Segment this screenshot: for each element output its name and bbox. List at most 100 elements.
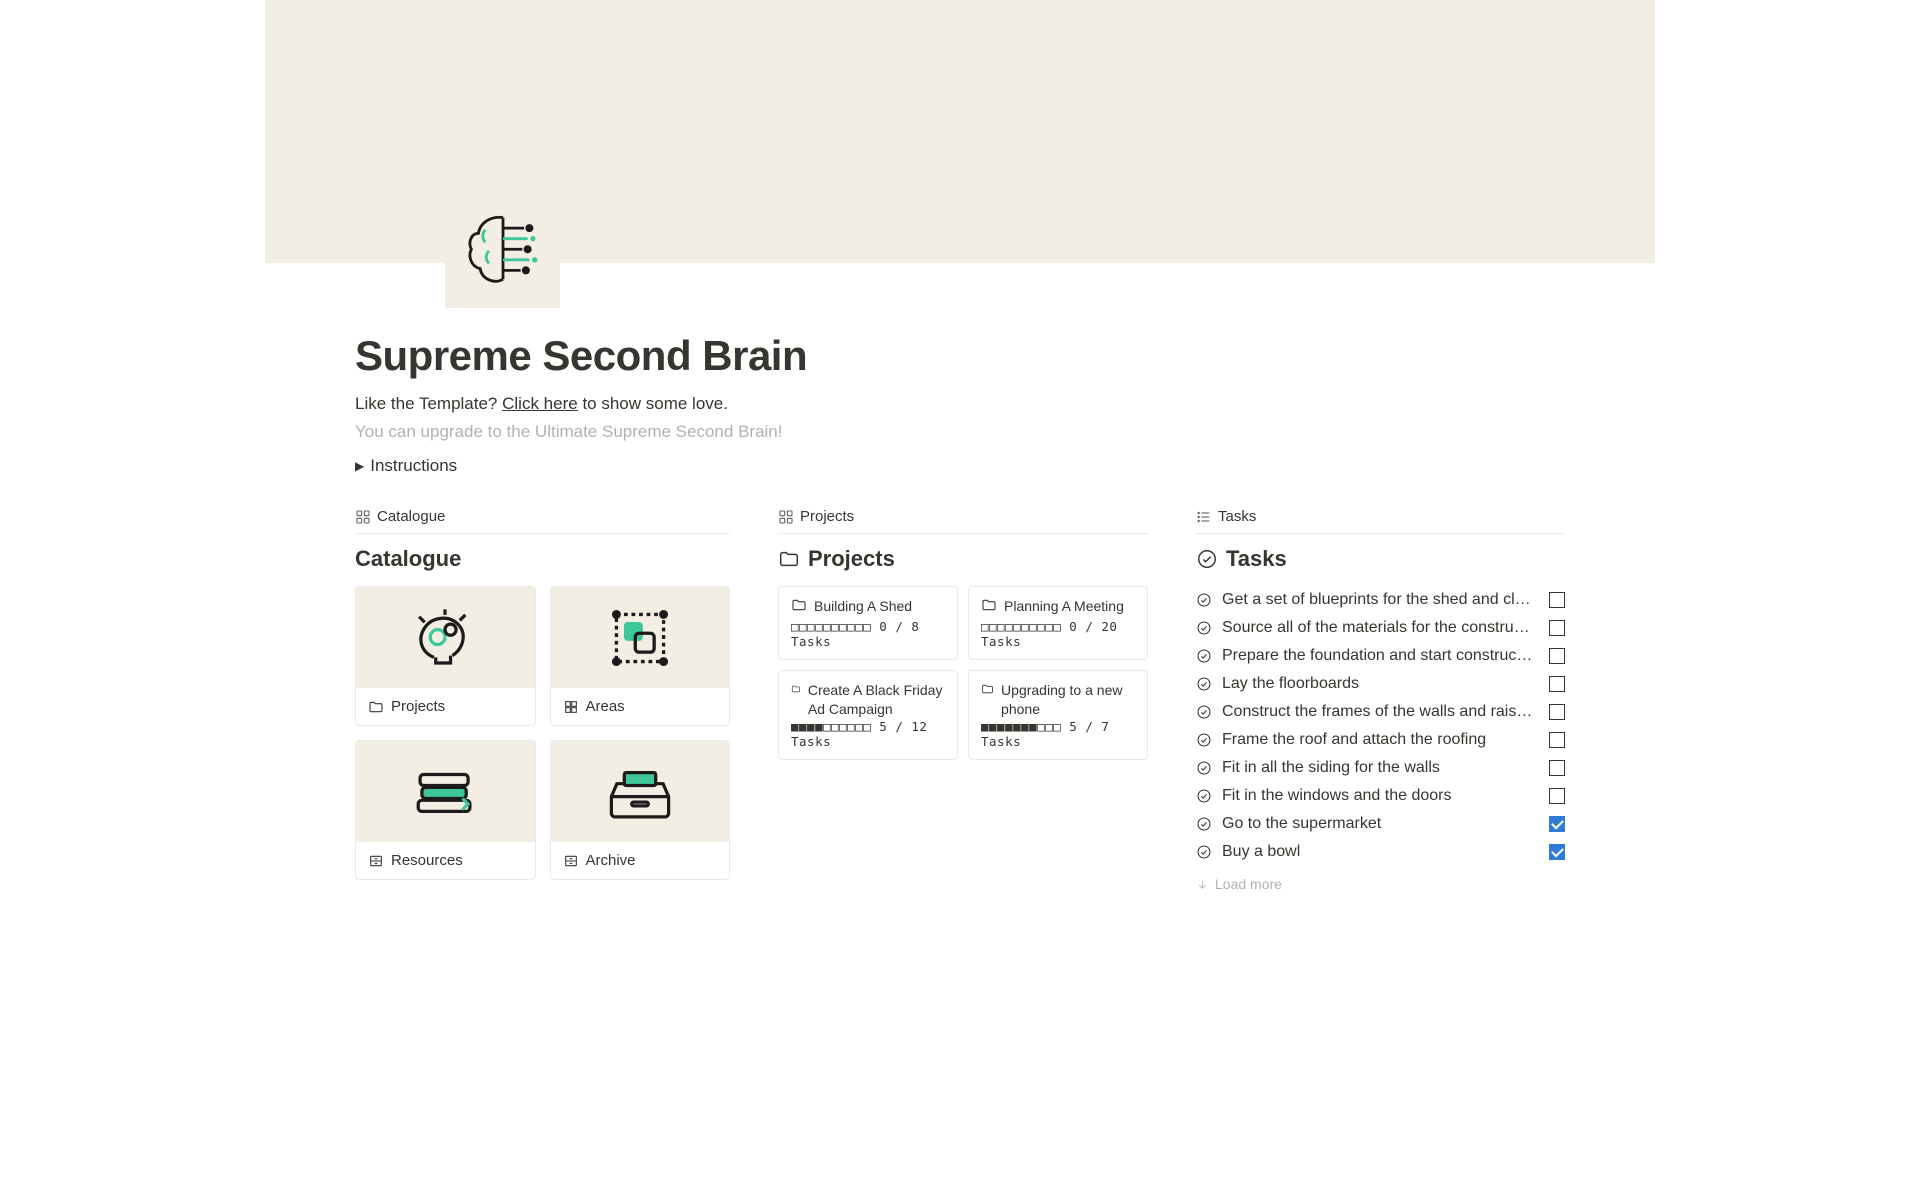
tab-projects[interactable]: Projects [778,508,1148,534]
task-checkbox[interactable] [1549,620,1565,636]
catalogue-card-projects[interactable]: Projects [355,586,536,726]
subtitle-suffix: to show some love. [578,394,728,413]
section-title-projects: Projects [778,546,1148,572]
page-title[interactable]: Supreme Second Brain [355,332,1565,380]
squares-overlap-icon [607,605,673,671]
check-circle-icon [1196,704,1212,720]
section-title-catalogue: Catalogue [355,546,730,572]
folder-icon [791,681,801,697]
project-card[interactable]: Planning A Meeting □□□□□□□□□□ 0 / 20 Task… [968,586,1148,660]
task-checkbox[interactable] [1549,676,1565,692]
task-row[interactable]: Construct the frames of the walls and ra… [1196,698,1565,726]
task-checkbox[interactable] [1549,816,1565,832]
check-circle-icon [1196,844,1212,860]
project-card[interactable]: Building A Shed □□□□□□□□□□ 0 / 8 Tasks [778,586,958,660]
task-row[interactable]: Get a set of blueprints for the shed and… [1196,586,1565,614]
section-title-tasks: Tasks [1196,546,1565,572]
square-grid-icon [563,699,579,715]
folder-icon [791,597,807,613]
catalogue-card-label: Archive [586,852,636,869]
task-text: Fit in all the siding for the walls [1222,759,1539,777]
check-circle-icon [1196,732,1212,748]
project-card[interactable]: Create A Black Friday Ad Campaign■■■■□□□… [778,670,958,760]
upgrade-text[interactable]: You can upgrade to the Ultimate Supreme … [355,422,1565,442]
task-text: Buy a bowl [1222,843,1539,861]
task-checkbox[interactable] [1549,704,1565,720]
catalogue-card-areas[interactable]: Areas [550,586,731,726]
task-checkbox[interactable] [1549,844,1565,860]
task-text: Source all of the materials for the cons… [1222,619,1539,637]
check-circle-icon [1196,760,1212,776]
catalogue-card-resources[interactable]: Resources [355,740,536,880]
task-row[interactable]: Frame the roof and attach the roofing [1196,726,1565,754]
task-checkbox[interactable] [1549,592,1565,608]
task-checkbox[interactable] [1549,760,1565,776]
tab-tasks[interactable]: Tasks [1196,508,1565,534]
project-progress: ■■■■□□□□□□ 5 / 12 Tasks [791,719,945,749]
task-text: Fit in the windows and the doors [1222,787,1539,805]
task-row[interactable]: Source all of the materials for the cons… [1196,614,1565,642]
catalogue-thumb [356,741,535,842]
project-progress: ■■■■■■■□□□ 5 / 7 Tasks [981,719,1135,749]
project-card[interactable]: Upgrading to a new phone■■■■■■■□□□ 5 / 7… [968,670,1148,760]
project-name: Create A Black Friday Ad Campaign [808,681,945,719]
page-icon[interactable] [445,193,560,308]
cabinet-icon [368,853,384,869]
catalogue-card-label: Resources [391,852,463,869]
task-text: Go to the supermarket [1222,815,1539,833]
folder-icon [981,597,997,613]
tab-projects-label: Projects [800,508,854,525]
task-row[interactable]: Go to the supermarket [1196,810,1565,838]
check-circle-icon [1196,620,1212,636]
check-circle-icon [1196,548,1218,570]
task-checkbox[interactable] [1549,788,1565,804]
books-stack-icon [409,761,481,823]
project-progress: □□□□□□□□□□ 0 / 8 Tasks [791,619,945,649]
check-circle-icon [1196,592,1212,608]
load-more-label: Load more [1215,876,1282,892]
catalogue-thumb [551,587,730,688]
catalogue-card-archive[interactable]: Archive [550,740,731,880]
check-circle-icon [1196,676,1212,692]
catalogue-card-label: Areas [586,698,625,715]
task-row[interactable]: Lay the floorboards [1196,670,1565,698]
tab-catalogue-label: Catalogue [377,508,445,525]
lightbulb-gears-icon [408,605,482,671]
task-row[interactable]: Buy a bowl [1196,838,1565,866]
task-text: Frame the roof and attach the roofing [1222,731,1539,749]
task-row[interactable]: Fit in the windows and the doors [1196,782,1565,810]
project-name: Planning A Meeting [1004,597,1124,616]
project-progress: □□□□□□□□□□ 0 / 20 Tasks [981,619,1135,649]
subtitle-prefix: Like the Template? [355,394,502,413]
gallery-view-icon [355,509,371,525]
project-name: Building A Shed [814,597,912,616]
tab-catalogue[interactable]: Catalogue [355,508,730,534]
instructions-toggle[interactable]: ▶ Instructions [355,456,1565,476]
task-row[interactable]: Fit in all the siding for the walls [1196,754,1565,782]
check-circle-icon [1196,788,1212,804]
cabinet-icon [563,853,579,869]
catalogue-thumb [356,587,535,688]
task-text: Lay the floorboards [1222,675,1539,693]
project-name: Upgrading to a new phone [1001,681,1135,719]
triangle-right-icon: ▶ [355,459,364,473]
folder-icon [778,548,800,570]
task-text: Prepare the foundation and start constru… [1222,647,1539,665]
task-text: Get a set of blueprints for the shed and… [1222,591,1539,609]
arrow-down-icon [1196,878,1209,891]
tab-tasks-label: Tasks [1218,508,1256,525]
check-circle-icon [1196,648,1212,664]
gallery-view-icon [778,509,794,525]
instructions-label: Instructions [370,456,457,476]
task-text: Construct the frames of the walls and ra… [1222,703,1539,721]
catalogue-card-label: Projects [391,698,445,715]
subtitle-text: Like the Template? Click here to show so… [355,394,1565,414]
click-here-link[interactable]: Click here [502,394,578,413]
catalogue-thumb [551,741,730,842]
task-row[interactable]: Prepare the foundation and start constru… [1196,642,1565,670]
load-more-button[interactable]: Load more [1196,876,1565,892]
task-checkbox[interactable] [1549,732,1565,748]
check-circle-icon [1196,816,1212,832]
task-checkbox[interactable] [1549,648,1565,664]
list-view-icon [1196,509,1212,525]
